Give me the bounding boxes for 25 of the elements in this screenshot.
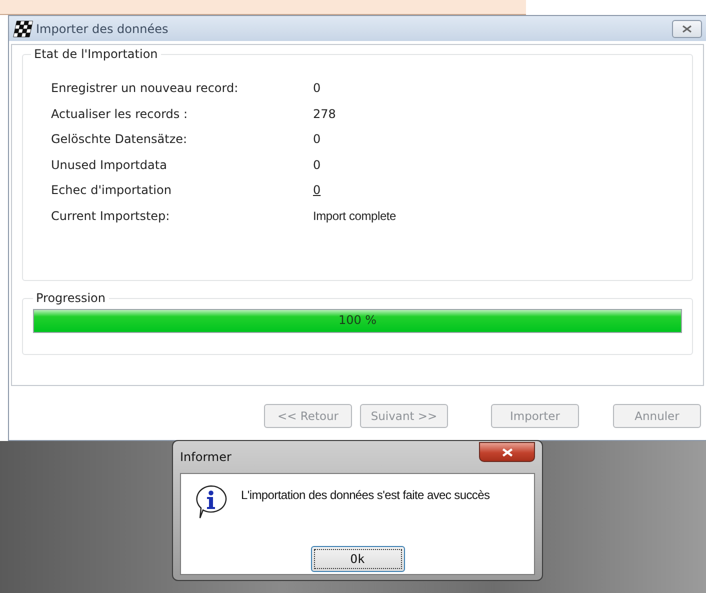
field-value: 0 — [313, 158, 322, 173]
field-value: Import complete — [313, 208, 398, 224]
field-label: Echec d'importation — [51, 183, 172, 198]
field-label: Enregistrer un nouveau record: — [51, 81, 240, 96]
group-title: Etat de l'Importation — [33, 47, 159, 61]
dialog-title: Informer — [180, 450, 232, 464]
checkered-flag-icon — [13, 20, 33, 38]
ok-button[interactable]: Ok — [310, 546, 404, 572]
window-title: Importer des données — [36, 22, 168, 36]
value-link[interactable]: 0 — [313, 183, 684, 198]
progress-reading: 100 % — [337, 313, 378, 327]
field-value: 0 — [313, 81, 322, 96]
info-icon — [193, 484, 229, 520]
dialog-message: L'importation des données s'est faite avec succès — [241, 488, 490, 504]
field-label: Actualiser les records : — [51, 106, 189, 122]
field-label: Gelöschte Datensätze: — [51, 132, 188, 148]
field-label: Current Importstep: — [51, 208, 171, 224]
field-label: Unused Importdata — [51, 158, 168, 173]
close-icon — [502, 448, 512, 456]
close-button[interactable] — [672, 20, 702, 38]
group-title: Progression — [35, 291, 106, 305]
close-icon — [682, 24, 692, 32]
close-button[interactable] — [479, 442, 535, 462]
field-value: 0 — [313, 132, 322, 148]
field-value: 278 — [313, 106, 337, 122]
